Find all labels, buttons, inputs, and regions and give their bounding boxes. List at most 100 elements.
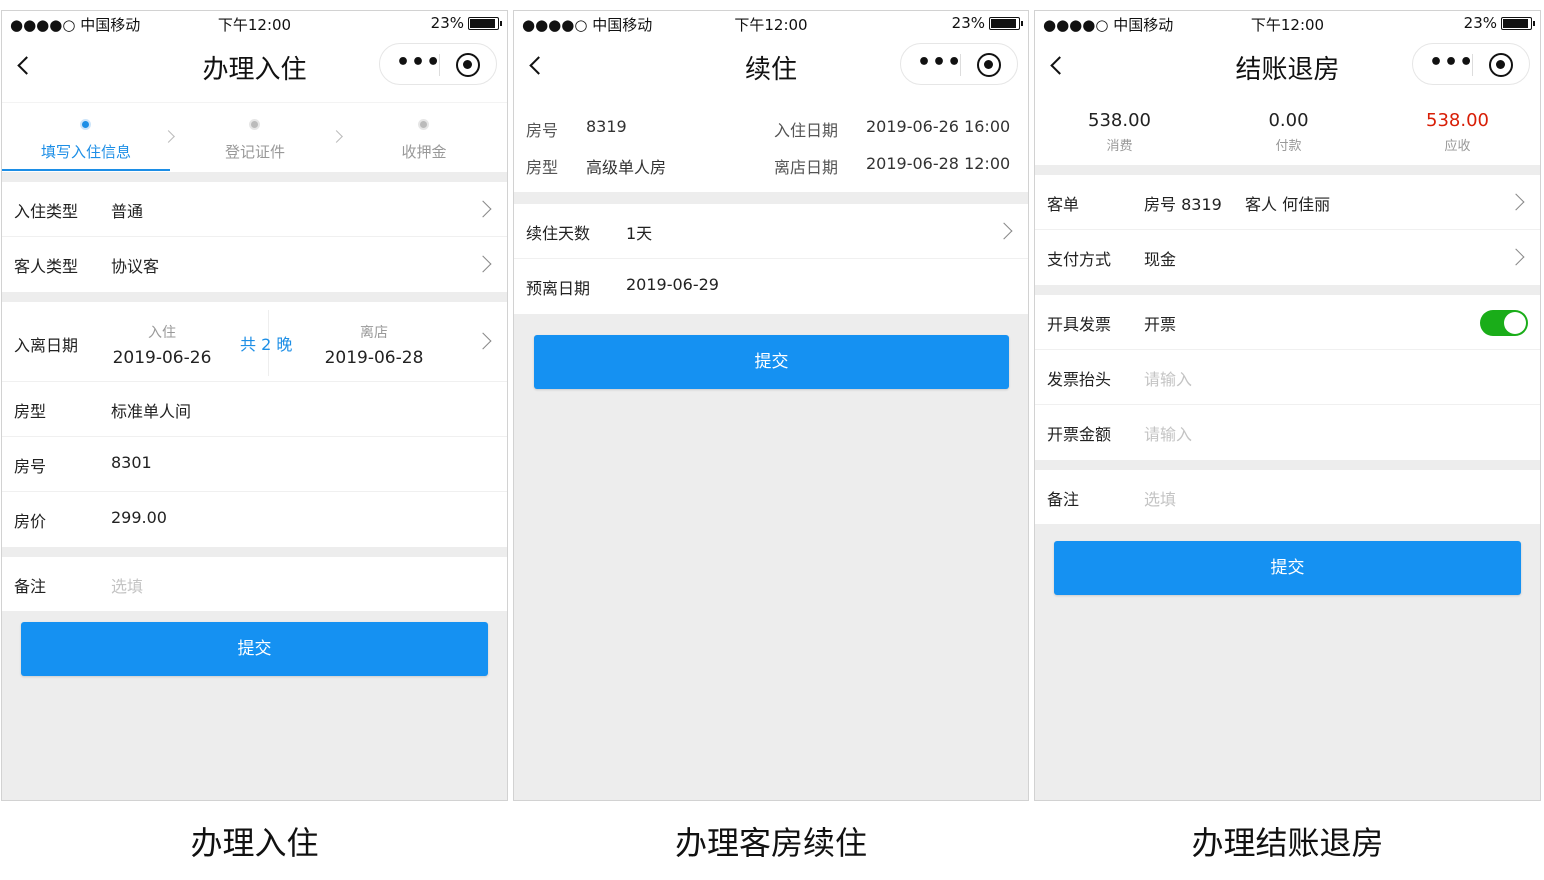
guest-bill-row[interactable]: 客单 房号 8319 客人 何佳丽 (1035, 175, 1540, 230)
remark-input[interactable]: 选填 (111, 573, 143, 597)
bill-group: 客单 房号 8319 客人 何佳丽 支付方式 现金 (1035, 175, 1540, 285)
checkin-screen: ●●●●○ 中国移动 下午12:00 23% 办理入住 ••• 填写入住信息 登… (1, 10, 508, 801)
chevron-right-icon (474, 255, 492, 273)
status-bar: ●●●●○ 中国移动 下午12:00 23% (514, 11, 1028, 37)
field-label: 备注 (14, 577, 47, 596)
room-type-row: 房型 标准单人间 (2, 382, 507, 437)
remark-input[interactable]: 选填 (1144, 486, 1176, 510)
more-icon[interactable]: ••• (1429, 52, 1474, 74)
field-label: 开具发票 (1047, 315, 1112, 334)
consume-label: 消费 (1106, 139, 1133, 154)
checkin-date-value: 2019-06-26 (112, 348, 212, 368)
consume-total: 538.00 消费 (1035, 110, 1204, 154)
departure-date-value: 2019-06-29 (626, 275, 719, 294)
bill-guest-value: 客人 何佳丽 (1245, 195, 1331, 214)
more-icon[interactable]: ••• (396, 52, 441, 74)
invoice-header-input[interactable]: 请输入 (1144, 366, 1192, 390)
field-label: 支付方式 (1047, 250, 1112, 269)
stay-type-row[interactable]: 入住类型 普通 (2, 182, 507, 237)
step-indicator: 填写入住信息 登记证件 收押金 (2, 102, 507, 172)
nav-bar: 续住 ••• (514, 41, 1028, 89)
chevron-right-icon (474, 332, 492, 350)
close-target-icon[interactable] (977, 53, 1001, 77)
extend-days-row[interactable]: 续住天数 1天 (514, 204, 1028, 259)
battery-percent: 23% (1463, 14, 1497, 32)
submit-button[interactable]: 提交 (21, 622, 488, 676)
field-label: 房号 (14, 457, 47, 476)
field-label: 入离日期 (14, 336, 79, 355)
more-icon[interactable]: ••• (917, 52, 962, 74)
checkout-date-value: 2019-06-28 12:00 (866, 154, 1011, 173)
status-bar: ●●●●○ 中国移动 下午12:00 23% (2, 11, 507, 37)
checkin-date-label: 入住日期 (774, 121, 839, 140)
extend-days-value: 1天 (626, 224, 653, 243)
remark-group: 备注 选填 (2, 557, 507, 611)
battery-percent: 23% (430, 14, 464, 32)
invoice-value: 开票 (1144, 315, 1177, 334)
close-target-icon[interactable] (456, 53, 480, 77)
caption-extend: 办理客房续住 (674, 824, 867, 862)
room-price-row: 房价 299.00 (2, 492, 507, 547)
room-info-panel: 房号 8319 入住日期 2019-06-26 16:00 房型 高级单人房 离… (514, 102, 1028, 192)
checkin-date-value: 2019-06-26 16:00 (866, 117, 1011, 136)
stay-dates-row[interactable]: 入离日期 入住 2019-06-26 共 2 晚 离店 2019-06-28 (2, 302, 507, 382)
close-target-icon[interactable] (1489, 53, 1513, 77)
room-number-value: 8301 (111, 453, 152, 472)
extend-stay-screen: ●●●●○ 中国移动 下午12:00 23% 续住 ••• 房号 8319 入住… (513, 10, 1029, 801)
submit-button[interactable]: 提交 (1054, 541, 1521, 595)
chevron-right-icon (995, 222, 1013, 240)
field-label: 发票抬头 (1047, 370, 1112, 389)
chevron-right-icon (1507, 248, 1525, 266)
battery-status: 23% (1463, 14, 1535, 32)
departure-date-row: 预离日期 2019-06-29 (514, 259, 1028, 314)
invoice-amount-input[interactable]: 请输入 (1144, 421, 1192, 445)
field-label: 客单 (1047, 195, 1080, 214)
room-type-value: 标准单人间 (111, 402, 192, 421)
step-dot-icon (418, 119, 429, 130)
status-bar: ●●●●○ 中国移动 下午12:00 23% (1035, 11, 1540, 37)
due-label: 应收 (1444, 139, 1471, 154)
nav-bar: 结账退房 ••• (1035, 41, 1540, 89)
battery-icon (989, 16, 1023, 30)
caption-checkout: 办理结账退房 (1191, 824, 1384, 862)
field-label: 续住天数 (526, 224, 591, 243)
remark-row[interactable]: 备注 选填 (1035, 470, 1540, 524)
step-fill-info[interactable]: 填写入住信息 (2, 103, 170, 173)
room-price-value: 299.00 (111, 508, 167, 527)
field-label: 备注 (1047, 490, 1080, 509)
extend-group: 续住天数 1天 预离日期 2019-06-29 (514, 204, 1028, 314)
checkout-screen: ●●●●○ 中国移动 下午12:00 23% 结账退房 ••• 538.00 消… (1034, 10, 1541, 801)
battery-icon (1501, 16, 1535, 30)
remark-group: 备注 选填 (1035, 470, 1540, 524)
payment-method-row[interactable]: 支付方式 现金 (1035, 230, 1540, 285)
room-number-value: 8319 (586, 117, 627, 136)
paid-total: 0.00 付款 (1204, 110, 1373, 154)
submit-button[interactable]: 提交 (534, 335, 1009, 389)
step-dot-icon (80, 119, 91, 130)
mini-program-capsule: ••• (379, 43, 497, 85)
nav-bar: 办理入住 ••• (2, 41, 507, 89)
caption-checkin: 办理入住 (190, 824, 319, 862)
checkin-caption: 入住 (148, 325, 176, 341)
battery-status: 23% (951, 14, 1023, 32)
stay-type-value: 普通 (111, 202, 144, 221)
step-register-id[interactable]: 登记证件 (171, 103, 339, 173)
checkin-date: 入住 2019-06-26 (112, 322, 212, 368)
room-group: 入离日期 入住 2019-06-26 共 2 晚 离店 2019-06-28 房… (2, 302, 507, 547)
type-group: 入住类型 普通 客人类型 协议客 (2, 182, 507, 292)
invoice-switch[interactable] (1480, 310, 1528, 336)
step-deposit[interactable]: 收押金 (340, 103, 507, 173)
battery-percent: 23% (951, 14, 985, 32)
paid-value: 0.00 (1268, 110, 1309, 131)
guest-type-row[interactable]: 客人类型 协议客 (2, 237, 507, 292)
mini-program-capsule: ••• (900, 43, 1018, 85)
invoice-group: 开具发票 开票 发票抬头 请输入 开票金额 请输入 (1035, 295, 1540, 460)
bill-room-value: 房号 8319 (1144, 195, 1222, 214)
field-label: 房价 (14, 512, 47, 531)
field-label: 入住类型 (14, 202, 79, 221)
checkout-caption: 离店 (360, 325, 388, 341)
bill-summary: 538.00 消费 0.00 付款 538.00 应收 (1035, 102, 1540, 165)
field-label: 房型 (14, 402, 47, 421)
due-value: 538.00 (1426, 110, 1489, 131)
remark-row[interactable]: 备注 选填 (2, 557, 507, 611)
